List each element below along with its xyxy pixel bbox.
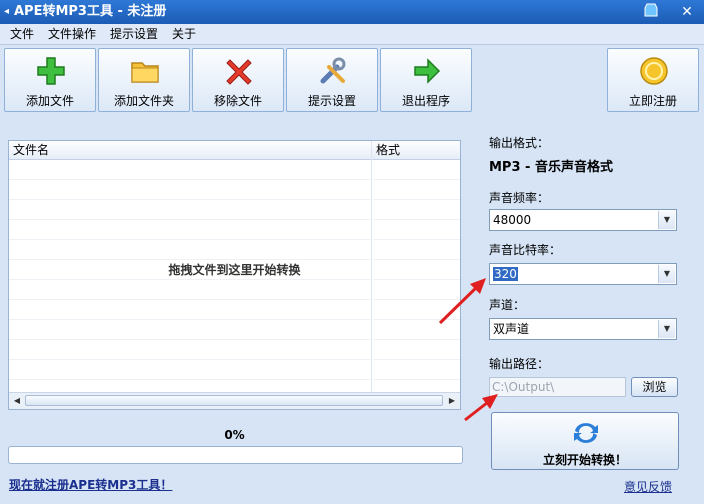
bitrate-value: 320 — [493, 267, 518, 281]
row-divider — [9, 319, 460, 320]
close-icon[interactable]: ✕ — [676, 2, 698, 22]
scroll-thumb[interactable] — [25, 395, 443, 406]
scroll-right-icon[interactable]: ▶ — [445, 394, 459, 407]
row-divider — [9, 219, 460, 220]
menu-bar: 文件 文件操作 提示设置 关于 — [0, 24, 704, 45]
folder-icon — [131, 62, 159, 83]
browse-button[interactable]: 浏览 — [631, 377, 678, 397]
channel-value: 双声道 — [493, 322, 530, 336]
output-format-label: 输出格式： — [489, 136, 550, 150]
bitrate-label: 声音比特率： — [489, 243, 562, 257]
chevron-down-icon[interactable]: ▼ — [658, 211, 675, 229]
sample-rate-select[interactable]: 48000 ▼ — [489, 209, 677, 231]
register-button[interactable]: 立即注册 — [607, 48, 699, 112]
register-label: 立即注册 — [628, 94, 677, 108]
plus-icon — [37, 57, 65, 85]
drop-hint: 拖拽文件到这里开始转换 — [168, 263, 301, 277]
remove-x-icon — [226, 59, 252, 85]
add-folder-label: 添加文件夹 — [113, 94, 174, 108]
window-title: APE转MP3工具 - 未注册 — [14, 4, 167, 19]
channel-label: 声道： — [489, 298, 526, 312]
column-header-filename[interactable]: 文件名 — [13, 143, 49, 157]
progress-bar — [8, 446, 463, 464]
convert-icon — [574, 423, 598, 443]
add-file-label: 添加文件 — [25, 94, 74, 108]
column-header-format[interactable]: 格式 — [376, 143, 400, 157]
app-icon: ◂ — [4, 6, 10, 17]
row-divider — [9, 259, 460, 260]
channel-select[interactable]: 双声道 ▼ — [489, 318, 677, 340]
exit-button[interactable]: 退出程序 — [380, 48, 472, 112]
feedback-link[interactable]: 意见反馈 — [624, 480, 672, 494]
exit-label: 退出程序 — [401, 94, 450, 108]
skin-icon[interactable] — [640, 2, 662, 22]
output-path-input[interactable] — [492, 379, 622, 395]
row-divider — [9, 299, 460, 300]
prompt-settings-label: 提示设置 — [307, 94, 356, 108]
progress-text: 0% — [224, 428, 245, 442]
start-convert-label: 立刻开始转换！ — [542, 453, 627, 467]
menu-about[interactable]: 关于 — [172, 26, 196, 42]
arrow-right-icon — [414, 58, 441, 84]
row-divider — [9, 199, 460, 200]
prompt-settings-button[interactable]: 提示设置 — [286, 48, 378, 112]
register-link[interactable]: 现在就注册APE转MP3工具！ — [9, 478, 172, 492]
add-folder-button[interactable]: 添加文件夹 — [98, 48, 190, 112]
list-header: 文件名 格式 — [9, 141, 460, 160]
sample-rate-label: 声音频率： — [489, 191, 550, 205]
row-divider — [9, 239, 460, 240]
file-list[interactable]: 文件名 格式 拖拽文件到这里开始转换 ◀ ▶ — [8, 140, 461, 410]
bitrate-select[interactable]: 320 ▼ — [489, 263, 677, 285]
remove-file-label: 移除文件 — [213, 94, 262, 108]
menu-file-ops[interactable]: 文件操作 — [48, 26, 96, 42]
chevron-down-icon[interactable]: ▼ — [658, 265, 675, 283]
output-path-label: 输出路径： — [489, 357, 550, 371]
row-divider — [9, 179, 460, 180]
start-convert-button[interactable]: 立刻开始转换！ — [491, 412, 679, 470]
chevron-down-icon[interactable]: ▼ — [658, 320, 675, 338]
output-path-field[interactable] — [489, 377, 626, 397]
row-divider — [9, 359, 460, 360]
add-file-button[interactable]: 添加文件 — [4, 48, 96, 112]
sample-rate-value: 48000 — [493, 213, 532, 227]
remove-file-button[interactable]: 移除文件 — [192, 48, 284, 112]
browse-label: 浏览 — [642, 380, 667, 394]
menu-file[interactable]: 文件 — [10, 26, 34, 42]
tools-icon — [320, 57, 346, 84]
horizontal-scrollbar[interactable]: ◀ ▶ — [9, 392, 460, 409]
output-format-value: MP3 - 音乐声音格式 — [489, 160, 613, 175]
coin-icon — [640, 57, 668, 85]
scroll-left-icon[interactable]: ◀ — [10, 394, 24, 407]
row-divider — [9, 379, 460, 380]
title-bar[interactable]: ◂ APE转MP3工具 - 未注册 ✕ — [0, 0, 704, 24]
menu-prompt-settings[interactable]: 提示设置 — [110, 26, 158, 42]
row-divider — [9, 279, 460, 280]
row-divider — [9, 339, 460, 340]
